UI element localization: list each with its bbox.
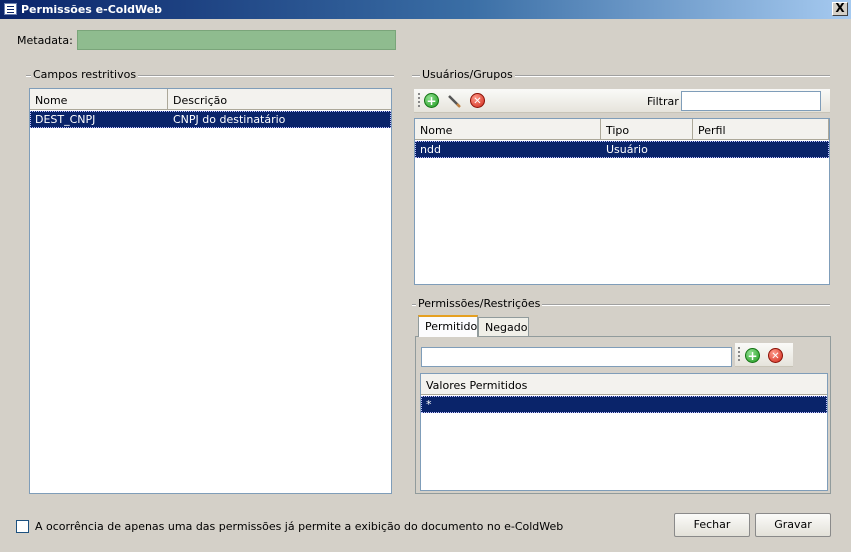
toolbar-grip-icon (738, 347, 740, 363)
usuarios-col-perfil[interactable]: Perfil (693, 119, 829, 140)
usuarios-col-tipo[interactable]: Tipo (601, 119, 693, 140)
window-title: Permissões e-ColdWeb (21, 3, 163, 16)
exibicao-checkbox-label: A ocorrência de apenas uma das permissõe… (35, 520, 564, 533)
campos-group-label: Campos restritivos (31, 68, 139, 81)
valores-toolbar: + ✕ (735, 343, 793, 367)
campo-nome-cell: DEST_CNPJ (35, 113, 96, 126)
valores-col-header[interactable]: Valores Permitidos (421, 374, 827, 395)
campo-descricao-cell: CNPJ do destinatário (173, 113, 286, 126)
table-row[interactable]: DEST_CNPJ CNPJ do destinatário (30, 111, 391, 128)
usuario-tipo-cell: Usuário (606, 143, 648, 156)
delete-valor-icon[interactable]: ✕ (768, 348, 783, 363)
tab-permitido[interactable]: Permitido (418, 315, 478, 337)
permissoes-group-label: Permissões/Restrições (416, 297, 543, 310)
usuarios-col-nome[interactable]: Nome (415, 119, 601, 140)
pencil-icon[interactable] (446, 93, 462, 109)
campos-col-descricao[interactable]: Descrição (168, 89, 391, 110)
title-bar: Permissões e-ColdWeb X (0, 0, 851, 19)
close-window-button[interactable]: X (832, 2, 848, 16)
app-icon (4, 3, 17, 15)
toolbar-grip-icon (418, 93, 420, 109)
filter-input[interactable] (681, 91, 821, 111)
add-icon[interactable]: + (424, 93, 439, 108)
usuarios-toolbar: + ✕ Filtrar (414, 89, 830, 113)
campos-list[interactable]: Nome Descrição DEST_CNPJ CNPJ do destina… (29, 88, 392, 494)
metadata-field[interactable] (77, 30, 396, 50)
add-valor-icon[interactable]: + (745, 348, 760, 363)
metadata-label: Metadata: (17, 34, 73, 47)
table-row[interactable]: ndd Usuário (415, 141, 829, 158)
exibicao-checkbox[interactable] (16, 520, 29, 533)
usuarios-list[interactable]: Nome Tipo Perfil ndd Usuário (414, 118, 830, 285)
valor-cell: * (426, 398, 432, 411)
fechar-button[interactable]: Fechar (674, 513, 750, 537)
usuarios-group-label: Usuários/Grupos (420, 68, 515, 81)
valor-input[interactable] (421, 347, 732, 367)
tab-negado[interactable]: Negado (478, 317, 529, 337)
table-row[interactable]: * (421, 396, 827, 413)
usuario-nome-cell: ndd (420, 143, 441, 156)
valores-list[interactable]: Valores Permitidos * (420, 373, 828, 491)
campos-col-nome[interactable]: Nome (30, 89, 168, 110)
permitido-panel: + ✕ Valores Permitidos * (415, 336, 831, 494)
filter-label: Filtrar (647, 95, 679, 108)
gravar-button[interactable]: Gravar (755, 513, 831, 537)
delete-icon[interactable]: ✕ (470, 93, 485, 108)
